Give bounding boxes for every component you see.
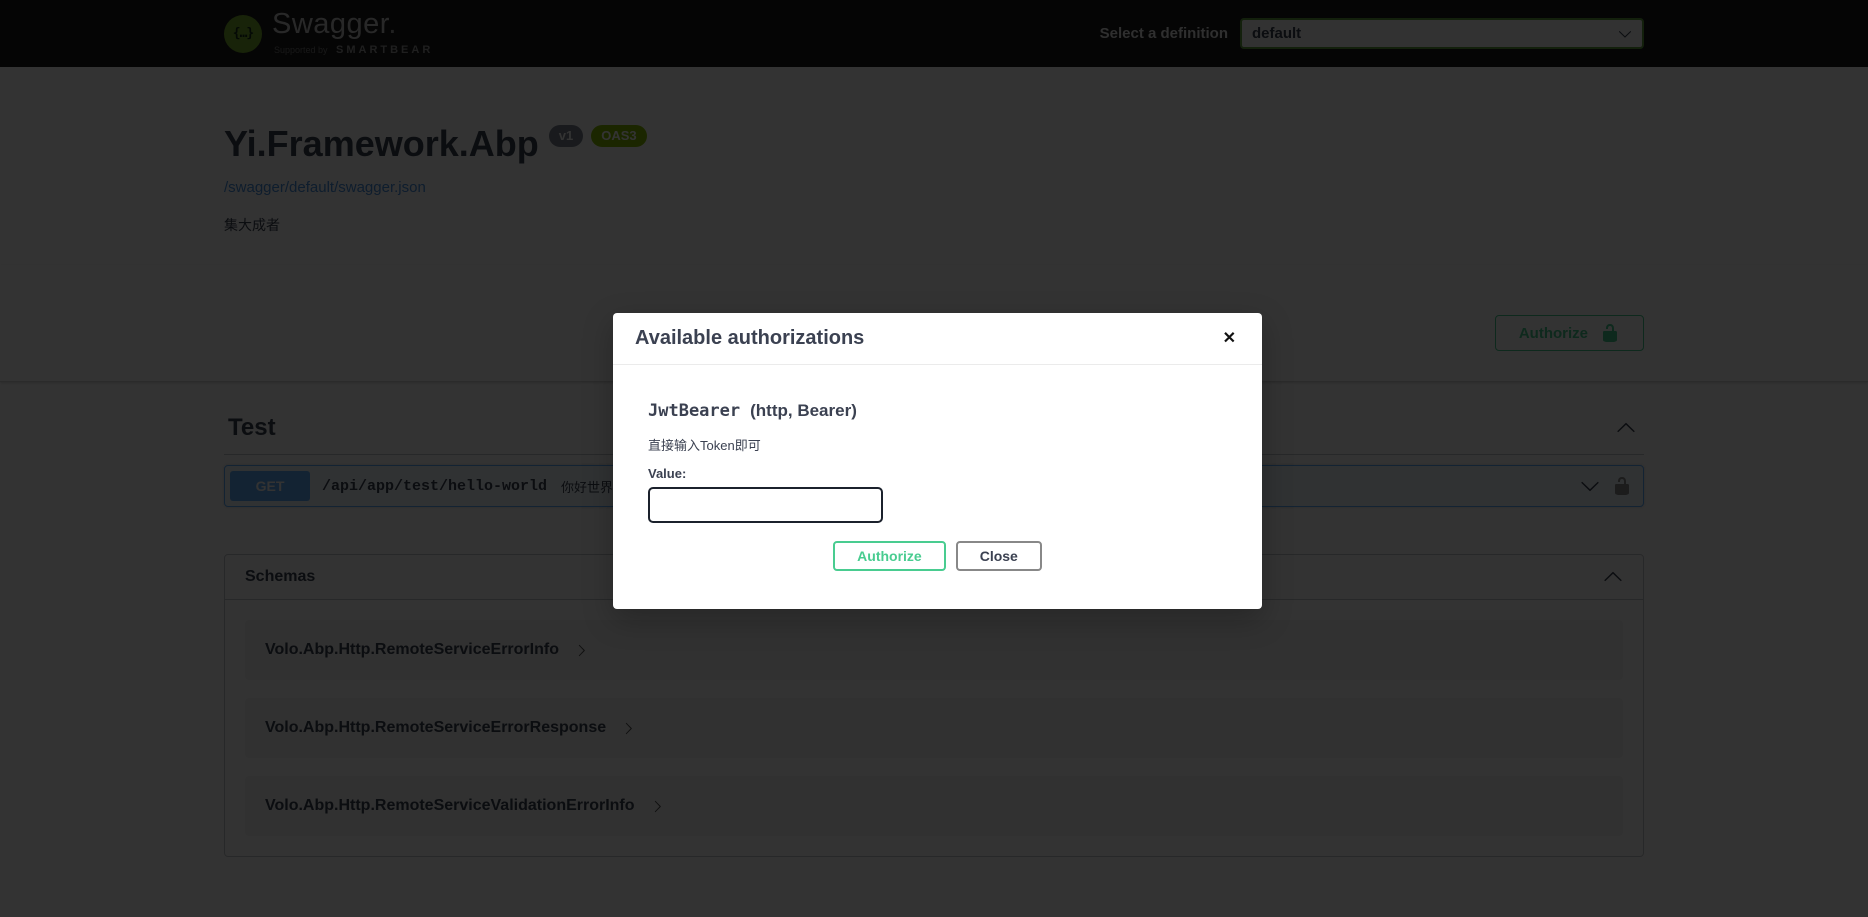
value-label: Value: xyxy=(648,466,1227,481)
modal-close-button[interactable]: Close xyxy=(956,541,1042,571)
close-icon[interactable]: ✕ xyxy=(1219,327,1240,351)
modal-authorize-button[interactable]: Authorize xyxy=(833,541,946,571)
auth-scheme-type: (http, Bearer) xyxy=(750,401,857,421)
authorizations-modal: Available authorizations ✕ JwtBearer (ht… xyxy=(613,313,1262,609)
auth-scheme-description: 直接输入Token即可 xyxy=(648,435,1227,454)
token-value-input[interactable] xyxy=(648,487,883,523)
modal-title: Available authorizations xyxy=(635,327,864,350)
auth-scheme-name: JwtBearer xyxy=(648,401,740,421)
